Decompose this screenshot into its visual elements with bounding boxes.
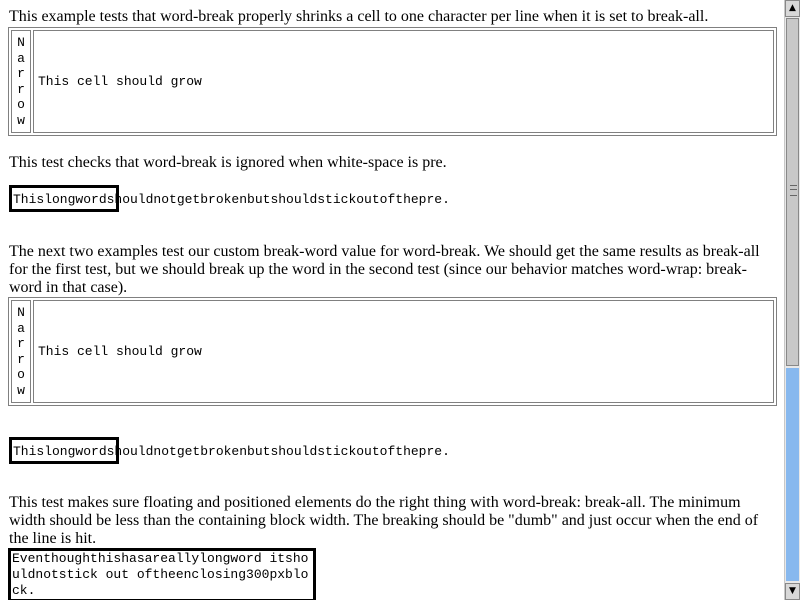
narrow-char: w bbox=[17, 112, 25, 128]
narrow-char: r bbox=[17, 351, 25, 367]
narrow-cell: N a r r o w bbox=[11, 30, 31, 133]
narrow-char: w bbox=[17, 382, 25, 398]
float-box: Eventhoughthishasareallylongword itshoul… bbox=[8, 548, 316, 600]
test3-table: N a r r o w This cell should grow bbox=[8, 297, 777, 406]
grow-cell: This cell should grow bbox=[33, 300, 774, 403]
scroll-up-arrow-icon[interactable]: ▲ bbox=[785, 0, 800, 17]
narrow-char: o bbox=[17, 367, 25, 382]
test4-description: This test makes sure floating and positi… bbox=[9, 494, 759, 547]
narrow-char: N bbox=[17, 35, 25, 50]
narrow-char: r bbox=[17, 81, 25, 97]
scrollbar-track[interactable] bbox=[786, 368, 799, 581]
narrow-char: a bbox=[17, 50, 25, 66]
pre-text: Thislongwordshouldnotgetbrokenbutshoulds… bbox=[13, 192, 450, 207]
narrow-cell: N a r r o w bbox=[11, 300, 31, 403]
narrow-char: N bbox=[17, 305, 25, 320]
grow-cell: This cell should grow bbox=[33, 30, 774, 133]
narrow-char: a bbox=[17, 320, 25, 336]
test2-description: This test checks that word-break is igno… bbox=[9, 154, 447, 171]
pre-text: Thislongwordshouldnotgetbrokenbutshoulds… bbox=[13, 444, 450, 459]
test1-description: This example tests that word-break prope… bbox=[9, 8, 709, 25]
vertical-scrollbar[interactable]: ▲ ▼ bbox=[784, 0, 800, 600]
page-content: This example tests that word-break prope… bbox=[0, 0, 784, 600]
narrow-char: r bbox=[17, 66, 25, 81]
scroll-down-arrow-icon[interactable]: ▼ bbox=[785, 583, 800, 600]
grip-icon bbox=[790, 185, 797, 196]
test1-table: N a r r o w This cell should grow bbox=[8, 27, 777, 136]
test3-description: The next two examples test our custom br… bbox=[9, 243, 760, 296]
narrow-char: r bbox=[17, 336, 25, 351]
scrollbar-thumb[interactable] bbox=[786, 18, 799, 366]
narrow-char: o bbox=[17, 97, 25, 112]
